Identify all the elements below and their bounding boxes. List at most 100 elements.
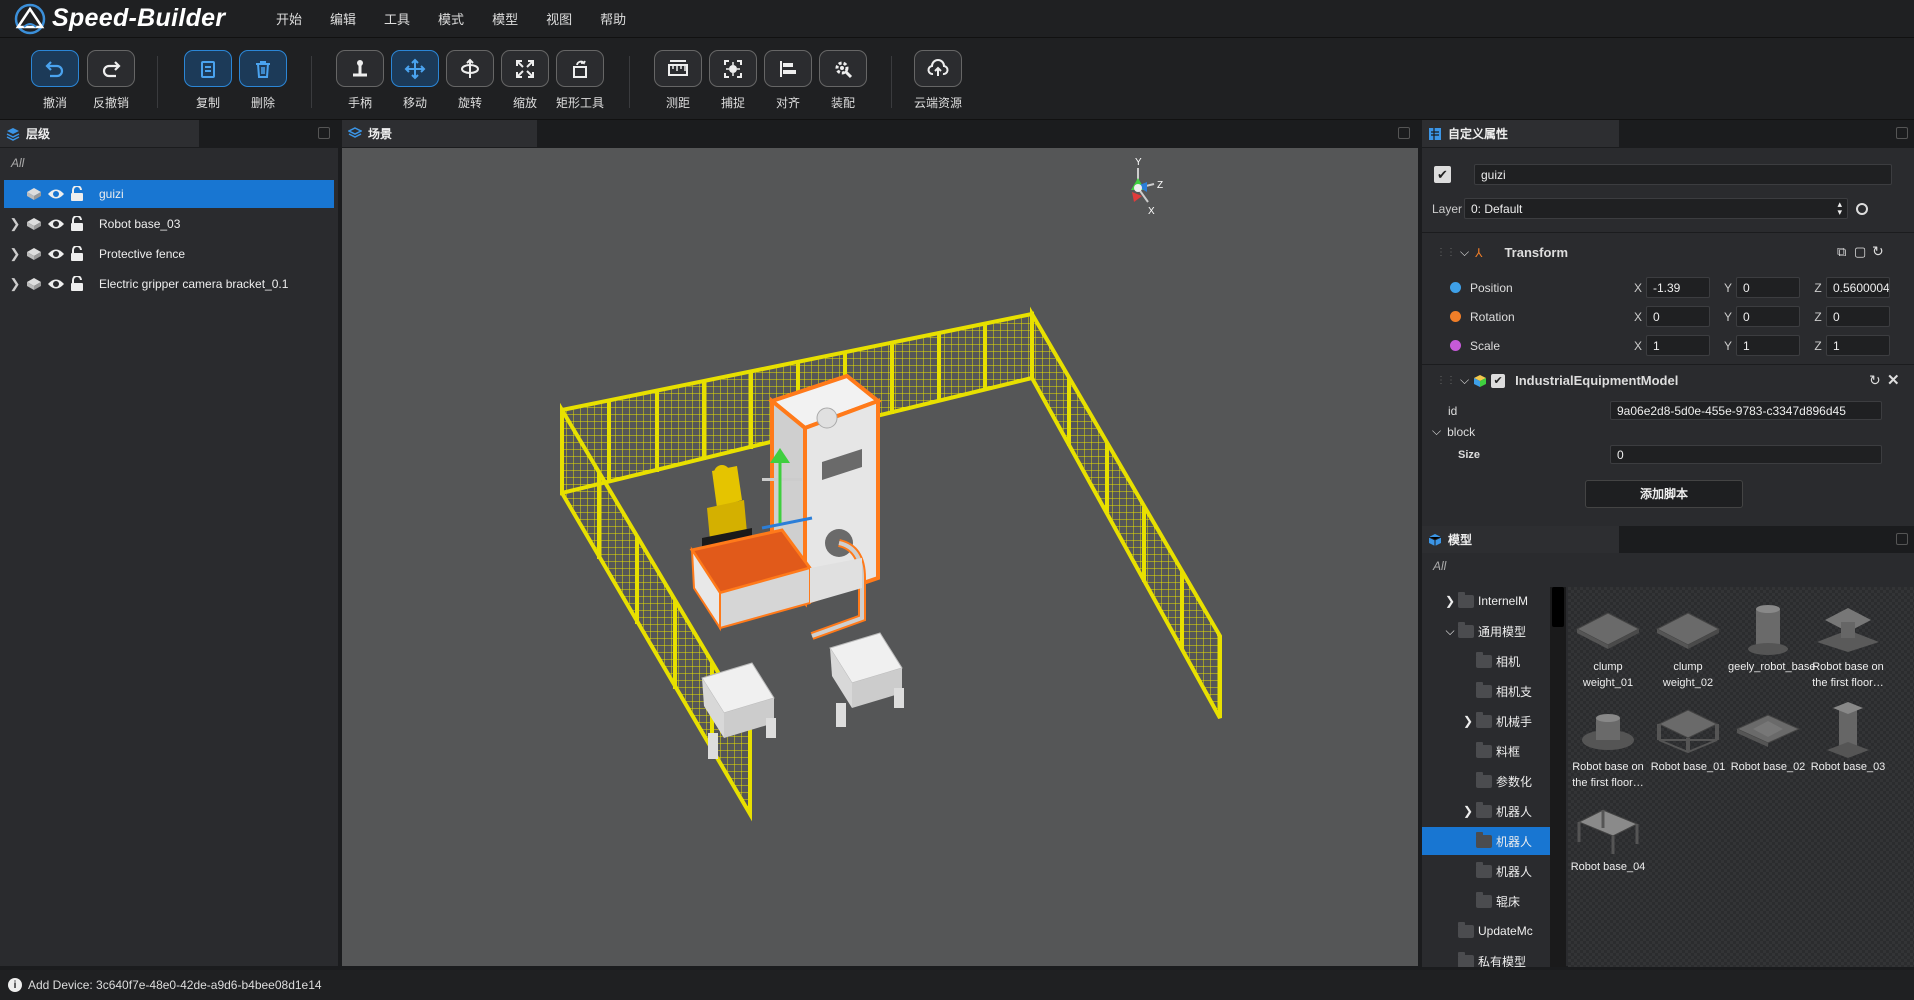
- model-folder-item[interactable]: UpdateMc: [1422, 917, 1550, 945]
- component-enabled-checkbox[interactable]: ✔: [1491, 373, 1506, 388]
- size-input[interactable]: 0: [1610, 445, 1882, 464]
- transform-header[interactable]: ⋮⋮ ⌵ ⅄ Transform: [1436, 245, 1568, 260]
- drag-handle-icon[interactable]: ⋮⋮: [1436, 247, 1456, 258]
- scale-button[interactable]: 缩放: [497, 50, 553, 111]
- eye-icon[interactable]: [47, 187, 65, 201]
- scene-canvas[interactable]: Y Z X: [342, 148, 1418, 966]
- chevron-right-icon[interactable]: ❯: [4, 246, 26, 262]
- reset-icon[interactable]: ↻: [1872, 243, 1884, 260]
- menu-start[interactable]: 开始: [262, 9, 316, 28]
- model-item[interactable]: Robot base on the first floor…: [1808, 599, 1888, 691]
- hierarchy-item-protective-fence[interactable]: ❯ Protective fence: [4, 240, 334, 268]
- rack-right[interactable]: [829, 632, 904, 727]
- model-item[interactable]: geely_robot_base: [1728, 599, 1815, 675]
- measure-button[interactable]: 测距: [650, 50, 706, 111]
- position-y-input[interactable]: 0: [1736, 277, 1800, 298]
- delete-button[interactable]: 删除: [235, 50, 291, 111]
- unlock-icon[interactable]: [70, 246, 84, 262]
- model-item[interactable]: Robot base on the first floor…: [1568, 699, 1648, 791]
- chevron-right-icon[interactable]: ❯: [1460, 714, 1476, 728]
- undo-button[interactable]: 撤消: [27, 50, 83, 111]
- hierarchy-item-guizi[interactable]: guizi: [4, 180, 334, 208]
- layer-select[interactable]: 0: Default ▴ ▾: [1464, 198, 1848, 219]
- model-folder-item[interactable]: 私有模型: [1422, 947, 1550, 967]
- float-panel-icon[interactable]: [1896, 127, 1908, 139]
- close-icon[interactable]: ✕: [1887, 371, 1900, 389]
- unlock-icon[interactable]: [70, 216, 84, 232]
- scale-y-input[interactable]: 1: [1736, 335, 1800, 356]
- rotation-z-input[interactable]: 0: [1826, 306, 1890, 327]
- menu-model[interactable]: 模型: [478, 9, 532, 28]
- model-item[interactable]: clump weight_02: [1648, 599, 1728, 691]
- menu-tools[interactable]: 工具: [370, 9, 424, 28]
- copy-button[interactable]: 复制: [180, 50, 236, 111]
- model-folder-item[interactable]: 相机支: [1422, 677, 1550, 705]
- cloud-resources-button[interactable]: 云端资源: [910, 50, 966, 111]
- model-item[interactable]: Robot base_04: [1568, 799, 1648, 875]
- tab-properties[interactable]: 自定义属性: [1422, 120, 1619, 147]
- unlock-icon[interactable]: [70, 186, 84, 202]
- model-item[interactable]: clump weight_01: [1568, 599, 1648, 691]
- model-folder-item[interactable]: ❯ InternelM: [1422, 587, 1550, 615]
- model-folder-item[interactable]: 辊床: [1422, 887, 1550, 915]
- chevron-down-icon[interactable]: ⌵: [1432, 424, 1441, 439]
- menu-view[interactable]: 视图: [532, 9, 586, 28]
- active-checkbox[interactable]: ✔: [1434, 166, 1451, 183]
- eye-icon[interactable]: [47, 247, 65, 261]
- float-panel-icon[interactable]: [318, 127, 330, 139]
- model-item[interactable]: Robot base_01: [1648, 699, 1728, 775]
- model-folder-item[interactable]: 相机: [1422, 647, 1550, 675]
- chevron-right-icon[interactable]: ❯: [4, 276, 26, 292]
- component-header[interactable]: ⋮⋮ ⌵ ✔ IndustrialEquipmentModel: [1436, 373, 1678, 388]
- snap-button[interactable]: 捕捉: [705, 50, 761, 111]
- rotation-x-input[interactable]: 0: [1646, 306, 1710, 327]
- tab-scene[interactable]: 场景: [342, 120, 537, 147]
- align-button[interactable]: 对齐: [760, 50, 816, 111]
- model-folder-item[interactable]: ❯ 机器人: [1422, 797, 1550, 825]
- chevron-right-icon[interactable]: ❯: [1460, 804, 1476, 818]
- rect-tool-button[interactable]: 矩形工具: [552, 50, 608, 111]
- position-z-input[interactable]: 0.5600004: [1826, 277, 1890, 298]
- rotation-y-input[interactable]: 0: [1736, 306, 1800, 327]
- tab-hierarchy[interactable]: 层级: [0, 120, 199, 147]
- handle-button[interactable]: 手柄: [332, 50, 388, 111]
- add-script-button[interactable]: 添加脚本: [1585, 480, 1743, 508]
- protective-fence[interactable]: [560, 306, 1222, 822]
- paste-icon[interactable]: ▢: [1854, 244, 1866, 260]
- rotate-button[interactable]: 旋转: [442, 50, 498, 111]
- models-filter[interactable]: All: [1422, 553, 1914, 583]
- model-folder-item[interactable]: 参数化: [1422, 767, 1550, 795]
- hierarchy-filter[interactable]: All: [0, 148, 338, 178]
- float-panel-icon[interactable]: [1896, 533, 1908, 545]
- chevron-down-icon[interactable]: ⌵: [1460, 245, 1469, 260]
- copy-icon[interactable]: ⧉: [1837, 244, 1846, 260]
- scroll-thumb[interactable]: [1552, 587, 1564, 627]
- chevron-down-icon[interactable]: ⌵: [1460, 373, 1469, 388]
- scale-x-input[interactable]: 1: [1646, 335, 1710, 356]
- model-folder-item[interactable]: 机器人: [1422, 857, 1550, 885]
- scene-viewport[interactable]: Y Z X: [342, 148, 1418, 966]
- menu-help[interactable]: 帮助: [586, 9, 640, 28]
- eye-icon[interactable]: [47, 277, 65, 291]
- object-name-input[interactable]: guizi: [1474, 164, 1892, 185]
- drag-handle-icon[interactable]: ⋮⋮: [1436, 375, 1456, 386]
- menu-edit[interactable]: 编辑: [316, 9, 370, 28]
- orientation-gizmo[interactable]: Y Z X: [1131, 157, 1163, 217]
- model-folder-item[interactable]: ❯ 机械手: [1422, 707, 1550, 735]
- refresh-icon[interactable]: ↻: [1869, 372, 1881, 389]
- model-folder-item[interactable]: ⌵ 通用模型: [1422, 617, 1550, 645]
- block-foldout[interactable]: ⌵ block: [1432, 424, 1475, 439]
- unlock-icon[interactable]: [70, 276, 84, 292]
- scale-z-input[interactable]: 1: [1826, 335, 1890, 356]
- redo-button[interactable]: 反撤销: [83, 50, 139, 111]
- model-folder-item[interactable]: 料框: [1422, 737, 1550, 765]
- tree-scrollbar[interactable]: [1550, 587, 1566, 967]
- float-panel-icon[interactable]: [1398, 127, 1410, 139]
- assemble-button[interactable]: 装配: [815, 50, 871, 111]
- target-icon[interactable]: [1856, 202, 1868, 215]
- model-folder-item[interactable]: 机器人: [1422, 827, 1550, 855]
- model-item[interactable]: Robot base_03: [1808, 699, 1888, 775]
- hierarchy-item-robot-base-03[interactable]: ❯ Robot base_03: [4, 210, 334, 238]
- chevron-right-icon[interactable]: ❯: [1442, 594, 1458, 608]
- tab-models[interactable]: 模型: [1422, 526, 1619, 553]
